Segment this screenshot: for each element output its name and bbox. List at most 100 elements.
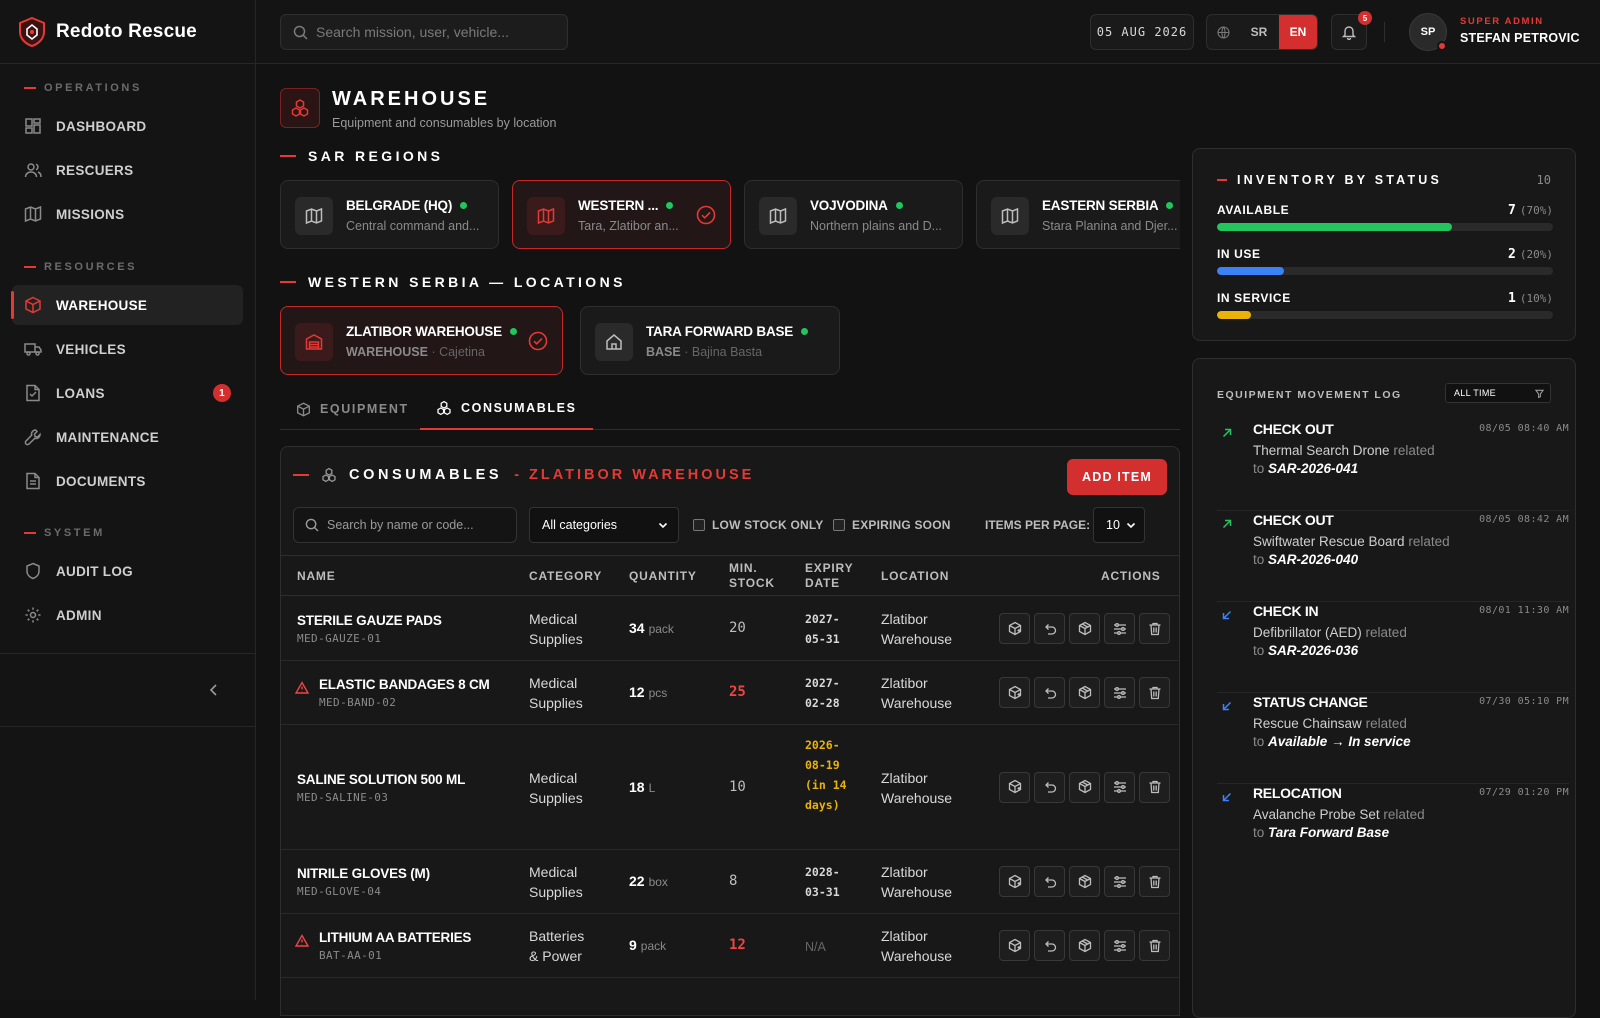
col-min-stock[interactable]: MIN. STOCK — [729, 561, 775, 591]
delete-button[interactable] — [1139, 613, 1170, 644]
movement-event[interactable]: CHECK OUT 08/05 08:40 AM Thermal Search Dr… — [1217, 421, 1569, 511]
table-row[interactable]: NITRILE GLOVES (M) MED-GLOVE-04 Medical Sup… — [281, 850, 1179, 914]
item-name: SALINE SOLUTION 500 ML — [297, 771, 466, 787]
col-quantity[interactable]: QUANTITY — [629, 569, 697, 584]
lang-sr-button[interactable]: SR — [1239, 15, 1279, 49]
topbar: Search mission, user, vehicle... 05 AUG … — [256, 0, 1600, 64]
nav-item-vehicles[interactable]: VEHICLES — [12, 329, 243, 369]
trash-icon — [1149, 939, 1160, 952]
nav-item-documents[interactable]: DOCUMENTS — [12, 461, 243, 501]
language-switcher: SR EN — [1206, 14, 1318, 50]
adjust-button[interactable] — [1104, 613, 1135, 644]
nav-item-warehouse[interactable]: WAREHOUSE — [11, 285, 243, 325]
table-row[interactable]: LITHIUM AA BATTERIES BAT-AA-01 Batteries & … — [281, 914, 1179, 978]
chevron-down-icon — [1126, 522, 1136, 529]
undo-icon — [1044, 940, 1056, 952]
lang-en-button[interactable]: EN — [1279, 15, 1317, 49]
nav-item-dashboard[interactable]: DASHBOARD — [12, 106, 243, 146]
event-type: CHECK OUT — [1253, 512, 1334, 528]
nav-item-audit-log[interactable]: AUDIT LOG — [12, 551, 243, 591]
restock-button[interactable] — [1069, 771, 1100, 803]
region-card-belgrade[interactable]: BELGRADE (HQ) Central command and... — [280, 180, 499, 249]
nav-item-maintenance[interactable]: MAINTENANCE — [12, 417, 243, 457]
adjust-button[interactable] — [1104, 866, 1135, 897]
item-name-cell: NITRILE GLOVES (M) MED-GLOVE-04 — [297, 866, 430, 898]
status-row: IN SERVICE 1 (10%) — [1217, 291, 1553, 321]
category-select[interactable]: All categories — [529, 507, 679, 543]
user-name: STEFAN PETROVIC — [1460, 31, 1580, 45]
arrow-up-right-icon — [1222, 428, 1232, 438]
nav-item-admin[interactable]: ADMIN — [12, 595, 243, 635]
checkout-button[interactable] — [999, 677, 1030, 708]
col-expiry-date[interactable]: EXPIRY DATE — [805, 561, 853, 591]
region-card-eastern-serbia[interactable]: EASTERN SERBIA Stara Planina and Djer... — [976, 180, 1180, 249]
nav-label: ADMIN — [56, 607, 102, 623]
restock-button[interactable] — [1069, 866, 1100, 897]
item-search-input[interactable]: Search by name or code... — [293, 507, 517, 543]
chevron-left-icon — [209, 684, 217, 696]
tab-consumables[interactable]: CONSUMABLES — [420, 388, 593, 430]
low-stock-checkbox[interactable]: LOW STOCK ONLY — [693, 518, 823, 532]
return-button[interactable] — [1034, 866, 1065, 897]
region-card-vojvodina[interactable]: VOJVODINA Northern plains and D... — [744, 180, 963, 249]
event-time: 07/29 01:20 PM — [1479, 787, 1569, 798]
nav-label: RESCUERS — [56, 162, 134, 178]
status-row: IN USE 2 (20%) — [1217, 247, 1553, 277]
tab-equipment[interactable]: EQUIPMENT — [280, 388, 425, 430]
return-button[interactable] — [1034, 613, 1065, 644]
table-row[interactable]: SALINE SOLUTION 500 ML MED-SALINE-03 Medic… — [281, 725, 1179, 850]
avatar[interactable]: SP — [1409, 13, 1447, 51]
region-card-western-serbia[interactable]: WESTERN ... Tara, Zlatibor an... — [512, 180, 731, 249]
adjust-button[interactable] — [1104, 930, 1135, 961]
global-search-input[interactable]: Search mission, user, vehicle... — [280, 14, 568, 50]
checkout-button[interactable] — [999, 866, 1030, 897]
notifications-button[interactable]: 5 — [1331, 11, 1372, 50]
region-desc: Stara Planina and Djer... — [1042, 219, 1178, 233]
col-category[interactable]: CATEGORY — [529, 569, 602, 584]
collapse-sidebar-button[interactable] — [0, 653, 255, 727]
checkout-button[interactable] — [999, 930, 1030, 961]
table-row[interactable]: ELASTIC BANDAGES 8 CM MED-BAND-02 Medical S… — [281, 661, 1179, 725]
warehouse-icon — [295, 323, 333, 361]
location-card-zlatibor[interactable]: ZLATIBOR WAREHOUSE WAREHOUSE · Cajetina — [280, 306, 563, 375]
col-location[interactable]: LOCATION — [881, 569, 949, 584]
restock-button[interactable] — [1069, 613, 1100, 644]
location-card-tara[interactable]: TARA FORWARD BASE BASE · Bajina Basta — [580, 306, 840, 375]
return-button[interactable] — [1034, 771, 1065, 803]
nav-label: DOCUMENTS — [56, 473, 146, 489]
movement-event[interactable]: STATUS CHANGE 07/30 05:10 PM Rescue Chains… — [1217, 694, 1569, 784]
nav-item-missions[interactable]: MISSIONS — [12, 194, 243, 234]
movement-event[interactable]: CHECK OUT 08/05 08:42 AM Swiftwater Rescue… — [1217, 512, 1569, 602]
event-time: 08/05 08:40 AM — [1479, 423, 1569, 434]
notification-count: 5 — [1358, 11, 1372, 25]
chevron-down-icon — [658, 522, 668, 529]
checkout-button[interactable] — [999, 613, 1030, 644]
status-count: 1 (10%) — [1508, 291, 1553, 306]
adjust-button[interactable] — [1104, 677, 1135, 708]
delete-button[interactable] — [1139, 930, 1170, 961]
item-code: BAT-AA-01 — [319, 949, 383, 962]
restock-button[interactable] — [1069, 930, 1100, 961]
table-row[interactable]: STERILE GAUZE PADS MED-GAUZE-01 Medical Sup… — [281, 597, 1179, 661]
restock-button[interactable] — [1069, 677, 1100, 708]
nav-item-loans[interactable]: LOANS 1 — [12, 373, 243, 413]
return-button[interactable] — [1034, 930, 1065, 961]
item-tabs: EQUIPMENT CONSUMABLES — [280, 388, 1180, 430]
brand[interactable]: Redoto Rescue — [0, 0, 255, 64]
col-name[interactable]: NAME — [297, 569, 336, 584]
adjust-button[interactable] — [1104, 771, 1135, 803]
checkout-button[interactable] — [999, 771, 1030, 803]
delete-button[interactable] — [1139, 771, 1170, 803]
sliders-icon — [1113, 622, 1126, 635]
movement-event[interactable]: CHECK IN 08/01 11:30 AM Defibrillator (AED… — [1217, 603, 1569, 693]
nav-item-rescuers[interactable]: RESCUERS — [12, 150, 243, 190]
movement-event[interactable]: RELOCATION 07/29 01:20 PM Avalanche Probe … — [1217, 785, 1569, 875]
return-button[interactable] — [1034, 677, 1065, 708]
add-item-button[interactable]: ADD ITEM — [1067, 459, 1167, 495]
delete-button[interactable] — [1139, 866, 1170, 897]
delete-button[interactable] — [1139, 677, 1170, 708]
item-location: Zlatibor Warehouse — [881, 864, 953, 900]
items-per-page-select[interactable]: 10 — [1093, 507, 1145, 543]
time-filter-select[interactable]: ALL TIME — [1445, 383, 1551, 403]
expiring-soon-checkbox[interactable]: EXPIRING SOON — [833, 518, 951, 532]
